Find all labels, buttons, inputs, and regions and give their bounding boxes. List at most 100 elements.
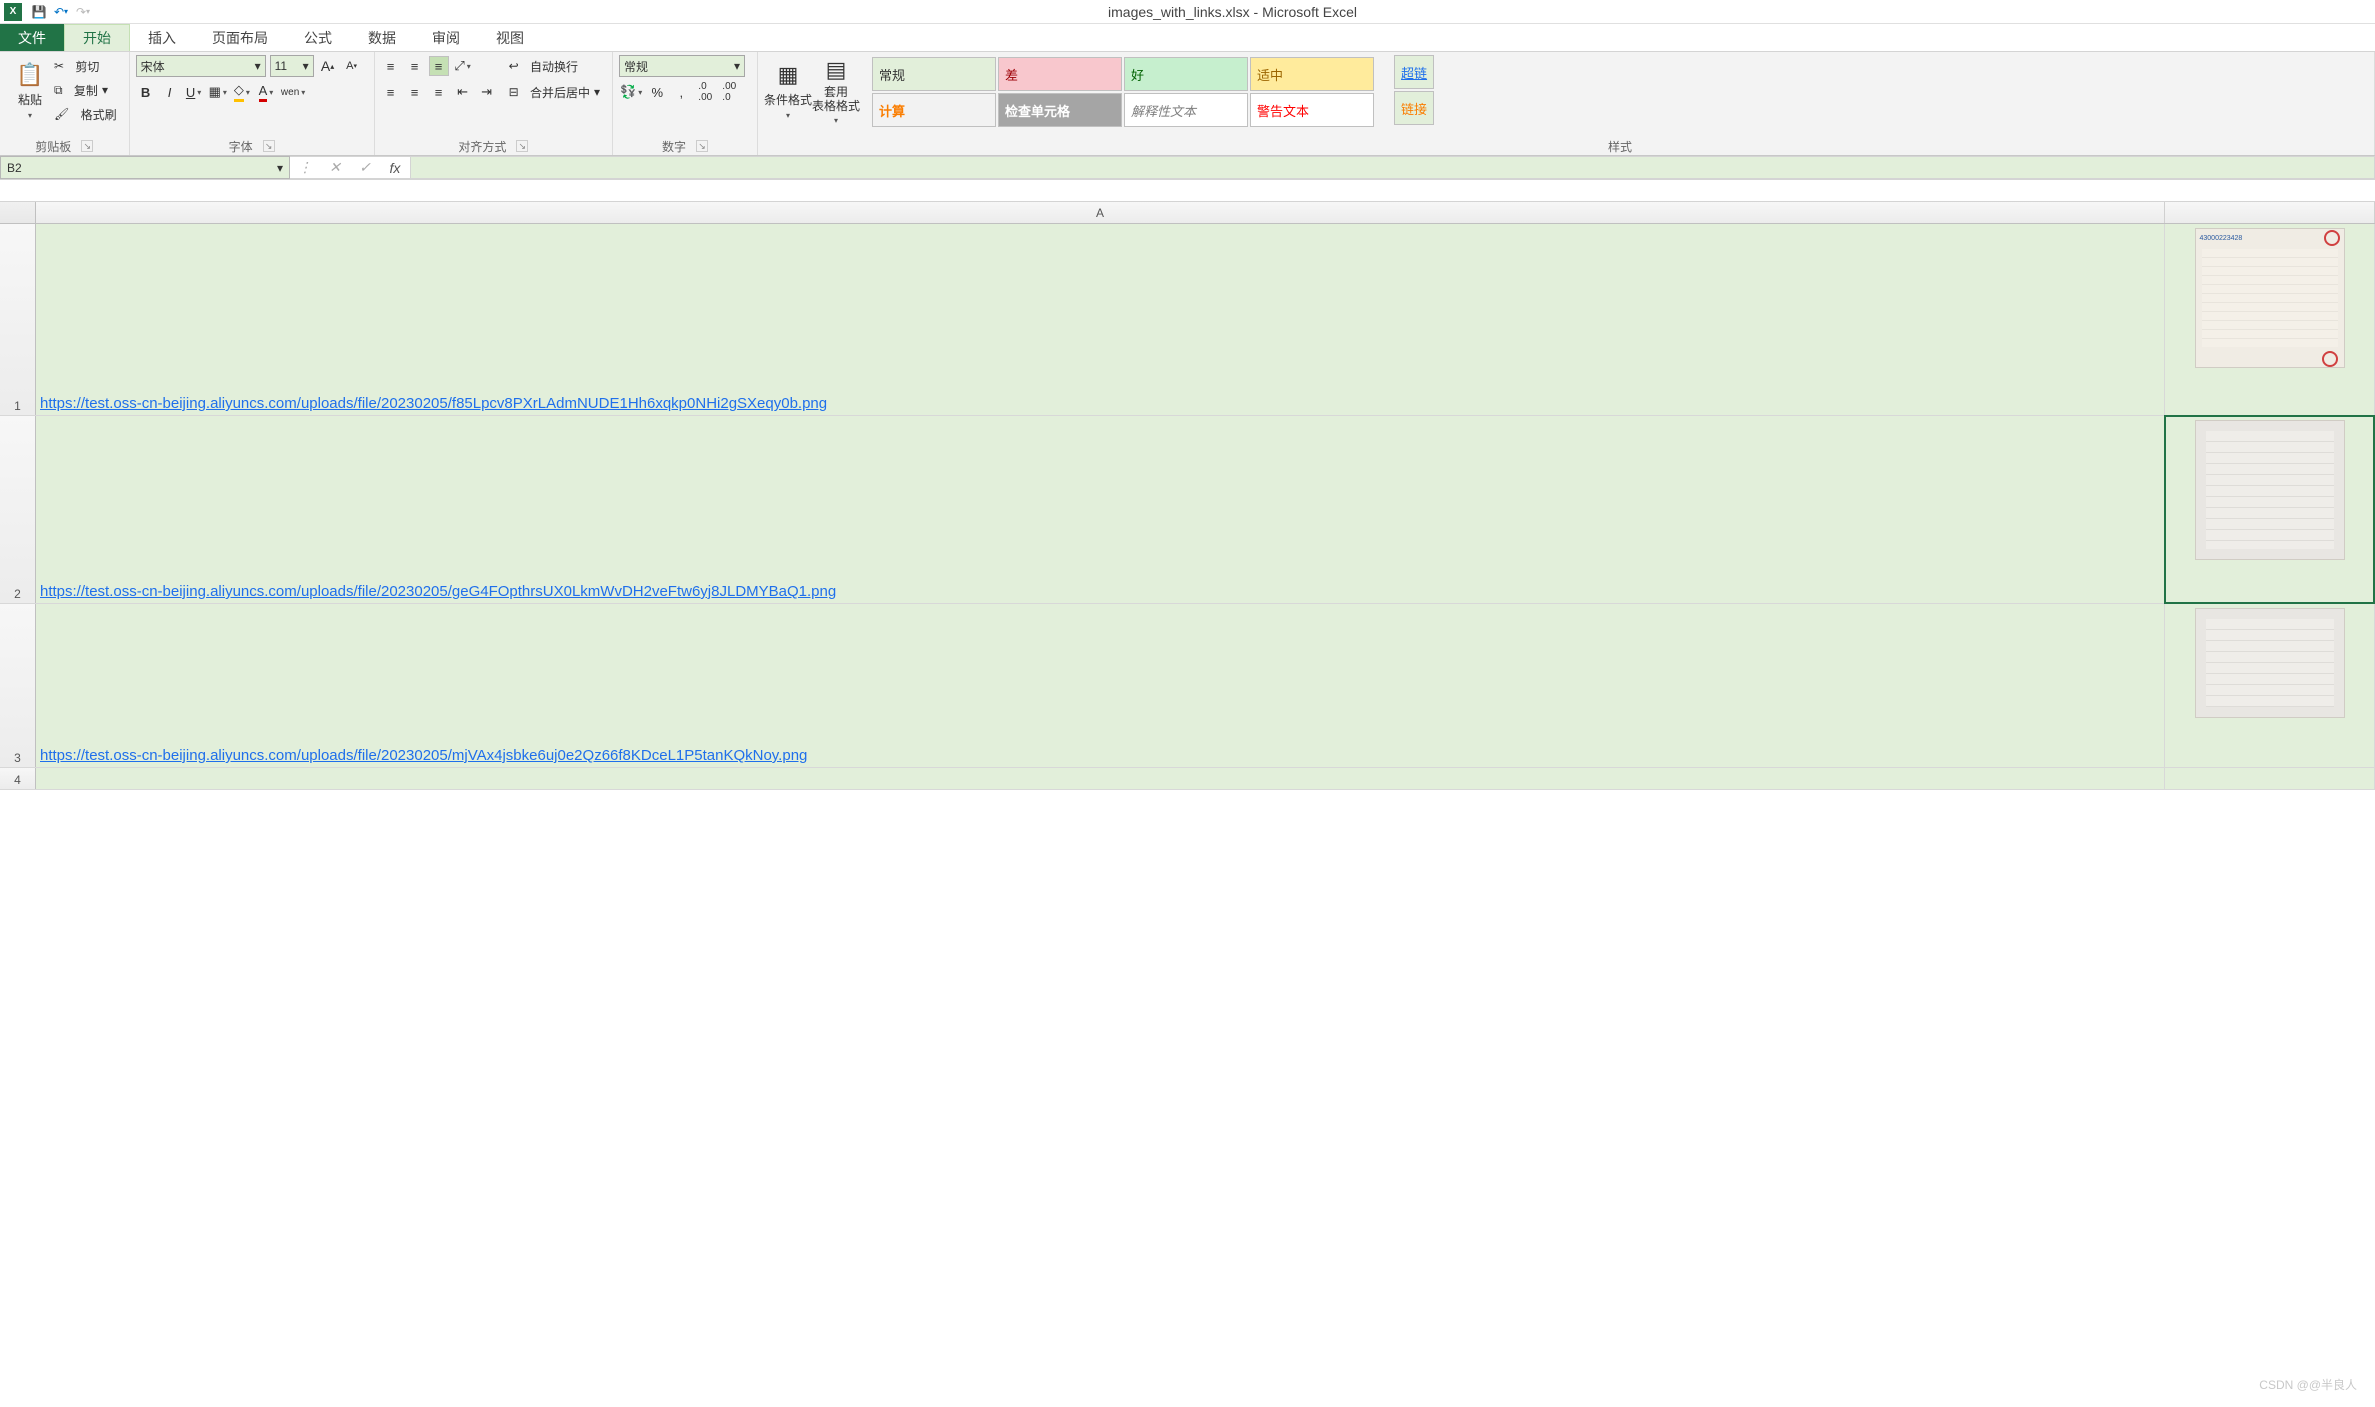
style-bad[interactable]: 差 [998,57,1122,91]
cut-button[interactable]: ✂ 剪切 [54,55,117,77]
image-thumbnail[interactable] [2195,608,2345,718]
save-icon[interactable]: 💾 [29,2,49,22]
indent-decrease-button[interactable]: ⇤ [453,82,473,102]
tab-view[interactable]: 视图 [478,24,542,51]
cell-b3[interactable] [2165,604,2375,767]
cell-a4[interactable] [36,768,2165,789]
copy-label: 复制 [74,82,98,99]
dialog-launcher-icon[interactable]: ↘ [516,140,528,152]
number-format-combo[interactable]: 常规▾ [619,55,745,77]
style-gallery: 常规 差 好 适中 计算 检查单元格 解释性文本 警告文本 [872,55,1392,127]
align-top-button[interactable]: ≡ [381,56,401,76]
tab-page-layout[interactable]: 页面布局 [194,24,286,51]
align-center-button[interactable]: ≡ [405,82,425,102]
dialog-launcher-icon[interactable]: ↘ [696,140,708,152]
row-header[interactable]: 2 [0,416,36,603]
increase-decimal-button[interactable]: .0.00 [695,82,715,102]
hyperlink[interactable]: https://test.oss-cn-beijing.aliyuncs.com… [40,583,836,600]
column-header-a[interactable]: A [36,202,2165,223]
spreadsheet-grid: A 1 https://test.oss-cn-beijing.aliyuncs… [0,202,2375,790]
redo-icon[interactable]: ↷▾ [73,2,93,22]
cell-a2[interactable]: https://test.oss-cn-beijing.aliyuncs.com… [36,416,2165,603]
ribbon: 📋 粘贴 ▾ ✂ 剪切 ⧉ 复制▾ 🖌 格式刷 剪贴板↘ 宋体▾ 11▾ A▴ … [0,52,2375,156]
style-link[interactable]: 链接 [1394,91,1434,125]
image-thumbnail[interactable]: 43000223428 [2195,228,2345,368]
group-clipboard: 📋 粘贴 ▾ ✂ 剪切 ⧉ 复制▾ 🖌 格式刷 剪贴板↘ [0,52,130,155]
cell-b1[interactable]: 43000223428 [2165,224,2375,415]
style-explain[interactable]: 解释性文本 [1124,93,1248,127]
style-calc[interactable]: 计算 [872,93,996,127]
cell-a1[interactable]: https://test.oss-cn-beijing.aliyuncs.com… [36,224,2165,415]
cell-a3[interactable]: https://test.oss-cn-beijing.aliyuncs.com… [36,604,2165,767]
chevron-down-icon: ▾ [277,161,283,175]
style-good[interactable]: 好 [1124,57,1248,91]
cell-b4[interactable] [2165,768,2375,789]
cancel-formula-icon[interactable]: ✕ [320,159,350,176]
grid-body: 1 https://test.oss-cn-beijing.aliyuncs.c… [0,224,2375,790]
image-thumbnail[interactable] [2195,420,2345,560]
cell-b2[interactable] [2165,416,2375,603]
shrink-font-button[interactable]: A▾ [342,56,362,76]
percent-format-button[interactable]: % [647,82,667,102]
brush-icon: 🖌 [54,107,69,121]
conditional-format-button[interactable]: ▦ 条件格式 ▾ [764,55,812,127]
merge-center-button[interactable]: ⊟ 合并后居中▾ [509,81,600,103]
tab-review[interactable]: 审阅 [414,24,478,51]
accounting-format-button[interactable]: 💱▾ [619,82,643,102]
bold-button[interactable]: B [136,82,156,102]
tab-formulas[interactable]: 公式 [286,24,350,51]
align-middle-button[interactable]: ≡ [405,56,425,76]
column-header-b[interactable] [2165,202,2375,223]
border-button[interactable]: ▦▾ [208,82,228,102]
more-icon[interactable]: ⋮ [290,159,320,176]
align-bottom-button[interactable]: ≡ [429,56,449,76]
style-normal[interactable]: 常规 [872,57,996,91]
tab-data[interactable]: 数据 [350,24,414,51]
grow-font-button[interactable]: A▴ [318,56,338,76]
font-color-button[interactable]: A▾ [256,82,276,102]
copy-button[interactable]: ⧉ 复制▾ [54,79,117,101]
accept-formula-icon[interactable]: ✓ [350,159,380,176]
font-name-combo[interactable]: 宋体▾ [136,55,266,77]
hyperlink[interactable]: https://test.oss-cn-beijing.aliyuncs.com… [40,395,827,412]
formula-input[interactable] [411,156,2375,179]
orientation-button[interactable]: ⤢▾ [453,56,473,76]
tab-file[interactable]: 文件 [0,24,64,51]
align-left-button[interactable]: ≡ [381,82,401,102]
italic-button[interactable]: I [160,82,180,102]
row-header[interactable]: 1 [0,224,36,415]
style-warn[interactable]: 警告文本 [1250,93,1374,127]
hyperlink[interactable]: https://test.oss-cn-beijing.aliyuncs.com… [40,747,807,764]
table-format-button[interactable]: ▤ 套用 表格格式 ▾ [812,55,860,127]
chevron-down-icon: ▾ [638,88,642,97]
row-header[interactable]: 4 [0,768,36,789]
name-box[interactable]: B2▾ [0,156,290,179]
dialog-launcher-icon[interactable]: ↘ [81,140,93,152]
number-format-value: 常规 [624,58,648,75]
style-hyperlink[interactable]: 超链 [1394,55,1434,89]
dialog-launcher-icon[interactable]: ↘ [263,140,275,152]
comma-format-button[interactable]: , [671,82,691,102]
wrap-icon: ↩ [509,59,519,73]
align-right-button[interactable]: ≡ [429,82,449,102]
paste-button[interactable]: 📋 粘贴 ▾ [6,55,54,127]
style-check[interactable]: 检查单元格 [998,93,1122,127]
phonetic-button[interactable]: wen▾ [280,82,306,102]
format-painter-button[interactable]: 🖌 格式刷 [54,103,117,125]
table-row: 2 https://test.oss-cn-beijing.aliyuncs.c… [0,416,2375,604]
fx-icon[interactable]: fx [380,160,410,176]
indent-increase-button[interactable]: ⇥ [477,82,497,102]
decrease-decimal-button[interactable]: .00.0 [719,82,739,102]
tab-home[interactable]: 开始 [64,24,130,51]
spacer [0,180,2375,202]
tab-insert[interactable]: 插入 [130,24,194,51]
row-header[interactable]: 3 [0,604,36,767]
font-name-value: 宋体 [141,58,165,75]
font-size-combo[interactable]: 11▾ [270,55,314,77]
wrap-text-button[interactable]: ↩ 自动换行 [509,55,600,77]
select-all-corner[interactable] [0,202,36,223]
underline-button[interactable]: U▾ [184,82,204,102]
undo-icon[interactable]: ↶▾ [51,2,71,22]
fill-color-button[interactable]: ◇▾ [232,82,252,102]
style-neutral[interactable]: 适中 [1250,57,1374,91]
